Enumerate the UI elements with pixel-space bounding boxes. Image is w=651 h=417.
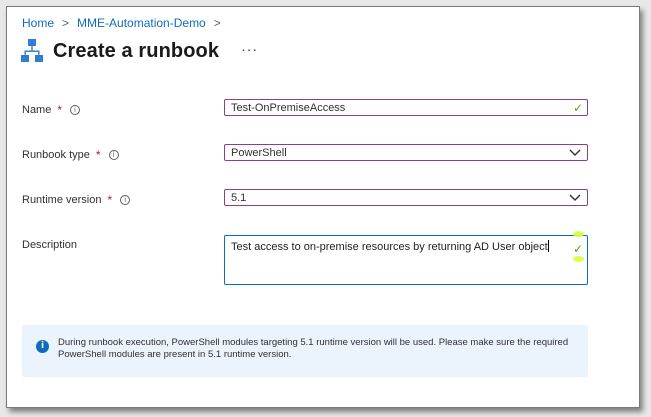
- required-marker: *: [57, 103, 63, 117]
- name-input-value: Test-OnPremiseAccess: [231, 101, 346, 114]
- runtime-version-label: Runtime version: [22, 194, 102, 206]
- required-marker: *: [95, 148, 101, 162]
- runbook-type-selected-value: PowerShell: [231, 146, 287, 159]
- page-header: Create a runbook ···: [21, 38, 258, 64]
- breadcrumb-home[interactable]: Home: [22, 16, 54, 30]
- name-input[interactable]: Test-OnPremiseAccess ✓: [224, 99, 588, 116]
- required-marker: *: [107, 193, 113, 207]
- more-options-button[interactable]: ···: [241, 41, 258, 57]
- runtime-version-selected-value: 5.1: [231, 191, 247, 204]
- name-label: Name: [22, 104, 52, 116]
- description-label: Description: [22, 239, 78, 251]
- runtime-version-label-row: Runtime version * i: [22, 193, 131, 207]
- info-icon[interactable]: i: [120, 195, 131, 205]
- resize-handle-highlight: [573, 256, 584, 262]
- name-label-row: Name * i: [22, 103, 81, 117]
- runtime-version-select[interactable]: 5.1: [224, 189, 588, 206]
- chevron-right-icon: >: [62, 16, 70, 30]
- description-label-row: Description: [22, 239, 77, 251]
- text-cursor: [547, 240, 549, 252]
- chevron-right-icon: >: [213, 16, 221, 30]
- info-icon: i: [36, 340, 49, 353]
- info-message-text: During runbook execution, PowerShell mod…: [58, 337, 569, 360]
- page-title: Create a runbook: [53, 39, 220, 62]
- checkmark-icon: ✓: [572, 101, 583, 115]
- description-textarea[interactable]: Test access to on-premise resources by r…: [224, 231, 588, 285]
- breadcrumb: Home > MME-Automation-Demo >: [22, 16, 229, 30]
- breadcrumb-automation-account[interactable]: MME-Automation-Demo: [77, 16, 206, 30]
- chevron-down-icon: [569, 194, 581, 201]
- resize-handle-highlight: [573, 231, 584, 237]
- info-icon[interactable]: i: [108, 150, 119, 160]
- chevron-down-icon: [569, 149, 581, 156]
- checkmark-icon: ✓: [572, 242, 583, 256]
- runbook-type-select[interactable]: PowerShell: [224, 144, 588, 161]
- runbook-type-label: Runbook type: [22, 149, 90, 161]
- info-icon[interactable]: i: [70, 105, 81, 115]
- runbook-icon: [21, 39, 43, 62]
- description-text: Test access to on-premise resources by r…: [231, 241, 548, 253]
- create-runbook-panel: Home > MME-Automation-Demo > Create a ru…: [6, 6, 640, 408]
- info-message-bar: i During runbook execution, PowerShell m…: [22, 325, 588, 377]
- runbook-type-label-row: Runbook type * i: [22, 148, 119, 162]
